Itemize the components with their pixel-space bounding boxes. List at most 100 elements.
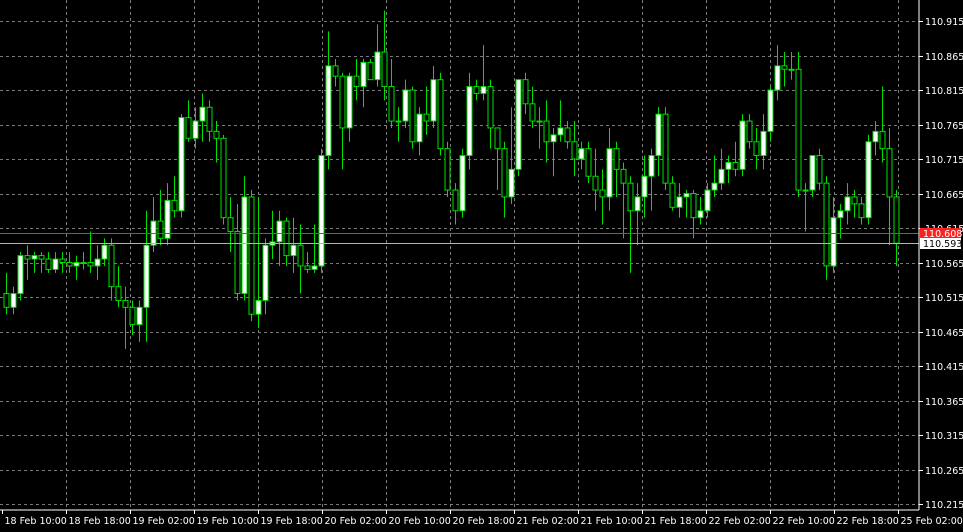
candle-body — [87, 262, 94, 267]
candle-body — [10, 293, 17, 308]
candle-body — [746, 120, 753, 143]
candle-body — [816, 155, 823, 184]
candle-body — [395, 120, 402, 123]
y-tick-label: 110.415 — [925, 362, 963, 373]
x-tick-label: 22 Feb 18:00 — [837, 516, 899, 527]
candle-body — [353, 75, 360, 88]
candle-body — [283, 220, 290, 257]
candle-body — [66, 262, 73, 267]
x-tick-label: 19 Feb 02:00 — [133, 516, 195, 527]
candle-body — [865, 141, 872, 219]
candle-body — [227, 217, 234, 232]
candle-body — [220, 137, 227, 219]
candle-body — [725, 161, 732, 170]
candle-body — [641, 175, 648, 198]
candle-body — [606, 148, 613, 198]
candle-body — [304, 265, 311, 270]
candle-body — [430, 79, 437, 122]
candle-body — [234, 230, 241, 295]
candle-body — [52, 258, 59, 270]
candle-body — [290, 244, 297, 257]
y-tick-label: 110.365 — [925, 397, 963, 408]
y-axis-ticks: 110.915 110.865 110.815 110.765 110.715 110.6… — [919, 17, 963, 511]
candle-body — [388, 86, 395, 122]
candle-body — [136, 306, 143, 326]
candle-body — [164, 199, 171, 239]
candle-body — [241, 196, 248, 295]
x-tick-label: 22 Feb 10:00 — [773, 516, 835, 527]
candle-body — [648, 155, 655, 177]
y-tick-label: 110.465 — [925, 328, 963, 339]
candle-body — [157, 220, 164, 239]
candle-body — [38, 255, 45, 260]
y-tick-label: 110.815 — [925, 86, 963, 97]
candle-body — [669, 182, 676, 208]
candle-body — [409, 89, 416, 143]
candle-body — [360, 61, 367, 88]
candle-body — [886, 148, 893, 198]
candle-body — [94, 258, 101, 267]
candle — [795, 52, 802, 197]
candle-body — [711, 182, 718, 191]
candle-body — [893, 196, 900, 244]
candle-body — [564, 127, 571, 143]
candle-body — [830, 217, 837, 267]
x-tick-label: 21 Feb 10:00 — [581, 516, 643, 527]
candle — [459, 148, 466, 218]
candle — [444, 141, 451, 197]
candle-body — [585, 148, 592, 177]
candlestick-chart: 110.915 110.865 110.815 110.765 110.715 110.6… — [0, 0, 963, 532]
candle-body — [367, 61, 374, 81]
candle-body — [802, 189, 809, 192]
y-tick-label: 110.565 — [925, 259, 963, 270]
candle-body — [466, 86, 473, 157]
candle-body — [578, 148, 585, 160]
candle-body — [844, 196, 851, 212]
candle-body — [185, 117, 192, 139]
candle-body — [676, 196, 683, 208]
candle-body — [858, 203, 865, 219]
candle-body — [550, 134, 557, 143]
x-tick-label: 20 Feb 10:00 — [389, 516, 451, 527]
x-tick-label: 18 Feb 18:00 — [69, 516, 131, 527]
candle-body — [774, 65, 781, 91]
candle-body — [381, 51, 388, 88]
candle-body — [781, 65, 788, 70]
x-tick-label: 25 Feb 02:00 — [901, 516, 963, 527]
candle-body — [760, 130, 767, 157]
candle-body — [423, 113, 430, 122]
candle-body — [80, 262, 87, 264]
candle-body — [494, 127, 501, 150]
candle — [865, 134, 872, 225]
candle-body — [872, 130, 879, 143]
candle-body — [823, 182, 830, 267]
x-tick-label: 18 Feb 10:00 — [5, 516, 67, 527]
candle-body — [683, 193, 690, 198]
candle — [220, 134, 227, 225]
candle-body — [115, 286, 122, 301]
candle-body — [143, 244, 150, 308]
y-tick-label: 110.265 — [925, 466, 963, 477]
candle-body — [297, 244, 304, 267]
candle-body — [213, 130, 220, 139]
y-tick-label: 110.715 — [925, 155, 963, 166]
x-tick-label: 21 Feb 02:00 — [517, 516, 579, 527]
candle-body — [332, 65, 339, 77]
candle-body — [262, 244, 269, 301]
bid-price-tag: 110.593 — [920, 238, 962, 250]
candle-body — [655, 113, 662, 157]
candle-body — [108, 244, 115, 288]
candle-body — [697, 210, 704, 219]
y-tick-label: 110.915 — [925, 17, 963, 28]
candle-body — [444, 148, 451, 191]
candle-body — [508, 168, 515, 198]
candle-body — [690, 193, 697, 219]
candle — [466, 72, 473, 170]
y-tick-label: 110.215 — [925, 500, 963, 511]
candle-body — [122, 299, 129, 308]
candle-body — [129, 306, 136, 326]
candle-body — [571, 141, 578, 160]
y-tick-label: 110.515 — [925, 293, 963, 304]
candle-body — [339, 75, 346, 129]
candle — [662, 107, 669, 191]
